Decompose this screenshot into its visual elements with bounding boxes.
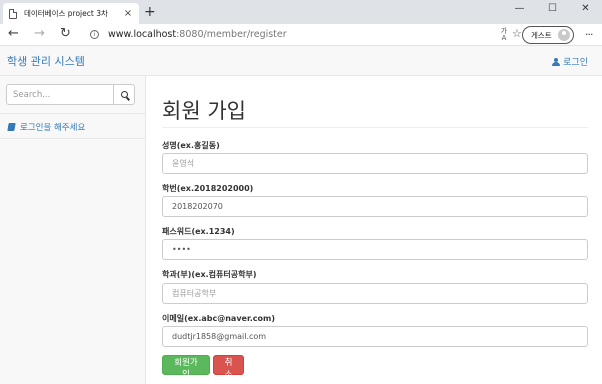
- student-id-field[interactable]: [162, 196, 588, 217]
- department-field[interactable]: [162, 283, 588, 304]
- name-label: 성명(ex.홍길동): [162, 141, 220, 150]
- info-icon[interactable]: i: [90, 30, 99, 39]
- sidebar-item-label: 로그인을 해주세요: [20, 123, 86, 133]
- browser-tab[interactable]: 데이터베이스 project 3차 ×: [3, 3, 139, 24]
- avatar-icon: [558, 29, 570, 41]
- url-path: :8080/member/register: [176, 29, 287, 40]
- divider: [0, 113, 146, 114]
- window-controls: — ☐ ✕: [503, 0, 602, 22]
- login-link[interactable]: 로그인: [552, 55, 588, 68]
- divider: [0, 138, 146, 139]
- url-host: www.localhost: [108, 29, 177, 40]
- cancel-button[interactable]: 취소: [213, 355, 244, 380]
- email-field[interactable]: [162, 326, 588, 347]
- student-id-label: 학번(ex.2018202000): [162, 184, 254, 193]
- password-field[interactable]: [162, 239, 588, 260]
- sidebar: 로그인을 해주세요: [0, 76, 146, 384]
- page-title: 회원 가입: [162, 99, 246, 123]
- star-icon[interactable]: ☆: [512, 27, 522, 40]
- forward-icon[interactable]: →: [34, 27, 45, 41]
- reload-icon[interactable]: ↻: [60, 27, 71, 41]
- user-icon: [552, 57, 561, 66]
- browser-tab-strip: 데이터베이스 project 3차 × + — ☐ ✕: [0, 0, 602, 24]
- back-icon[interactable]: ←: [8, 27, 19, 41]
- profile-label: 게스트: [531, 30, 552, 40]
- login-label: 로그인: [563, 58, 588, 68]
- book-icon: [7, 123, 16, 131]
- email-label: 이메일(ex.abc@naver.com): [162, 314, 276, 323]
- page-icon: [9, 8, 17, 19]
- app-navbar: 학생 관리 시스템 로그인: [0, 46, 602, 76]
- translate-icon[interactable]: 가A: [498, 28, 510, 42]
- department-label: 학과(부)(ex.컴퓨터공학부): [162, 270, 257, 279]
- profile-button[interactable]: 게스트: [522, 26, 574, 44]
- search-button[interactable]: [114, 84, 135, 105]
- search-icon: [120, 91, 128, 98]
- register-button[interactable]: 회원가입: [162, 355, 210, 380]
- new-tab-button[interactable]: +: [144, 4, 156, 20]
- brand-link[interactable]: 학생 관리 시스템: [7, 53, 85, 69]
- close-window-button[interactable]: ✕: [569, 0, 602, 22]
- title-divider: [162, 127, 588, 128]
- maximize-button[interactable]: ☐: [536, 0, 569, 22]
- tab-close-icon[interactable]: ×: [123, 8, 133, 19]
- search-input[interactable]: [6, 84, 114, 105]
- name-field[interactable]: [162, 153, 588, 174]
- search-group: [6, 84, 135, 105]
- address-bar: ← → ↻ i www.localhost:8080/member/regist…: [0, 24, 602, 46]
- minimize-button[interactable]: —: [503, 0, 536, 22]
- password-label: 패스워드(ex.1234): [162, 227, 235, 236]
- tab-title: 데이터베이스 project 3차: [24, 9, 108, 18]
- more-icon[interactable]: ···: [585, 28, 593, 41]
- url-field[interactable]: www.localhost:8080/member/register: [108, 29, 287, 40]
- sidebar-item-login-prompt[interactable]: 로그인을 해주세요: [7, 121, 86, 133]
